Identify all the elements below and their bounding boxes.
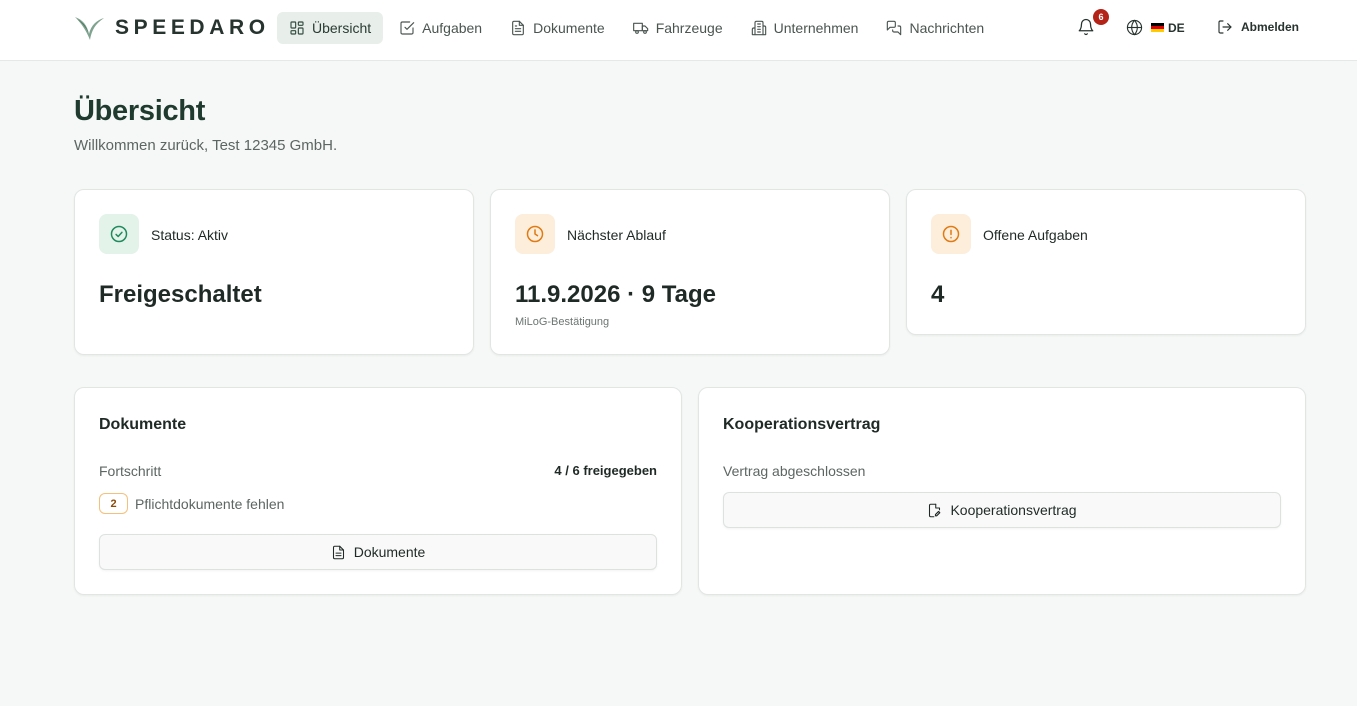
stat-value: Freigeschaltet xyxy=(99,281,262,308)
notifications-button[interactable]: 6 xyxy=(1077,9,1109,38)
panel-title: Dokumente xyxy=(99,416,187,433)
clock-icon xyxy=(526,225,544,243)
nav-item-label: Fahrzeuge xyxy=(655,20,723,36)
nav-item-uebersicht[interactable]: Übersicht xyxy=(277,12,384,44)
panel-title: Kooperationsvertrag xyxy=(723,416,881,433)
stat-value: 11.9.2026 · 9 Tage xyxy=(515,281,717,308)
stat-icon-container xyxy=(931,214,971,254)
missing-documents-text: Pflichtdokumente fehlen xyxy=(135,496,285,512)
stat-label: Offene Aufgaben xyxy=(983,227,1088,243)
page-subtitle: Willkommen zurück, Test 12345 GmbH. xyxy=(74,137,338,154)
button-label: Kooperationsvertrag xyxy=(950,502,1077,518)
page-title: Übersicht xyxy=(74,95,206,127)
nav-item-nachrichten[interactable]: Nachrichten xyxy=(874,12,996,44)
stat-card-open-tasks[interactable]: Offene Aufgaben 4 xyxy=(906,189,1306,335)
check-circle-icon xyxy=(110,225,128,243)
stat-label: Status: Aktiv xyxy=(151,227,229,243)
logout-label: Abmelden xyxy=(1241,20,1300,34)
nav-item-aufgaben[interactable]: Aufgaben xyxy=(387,12,494,44)
top-navbar: SPEEDARO Übersicht Aufgaben Dokumente Fa… xyxy=(0,0,1357,61)
german-flag-icon xyxy=(1151,23,1164,32)
nav-item-dokumente[interactable]: Dokumente xyxy=(498,12,617,44)
stat-value: 4 xyxy=(931,281,945,308)
document-icon xyxy=(332,545,344,559)
brand-name: SPEEDARO xyxy=(115,16,270,39)
dashboard-icon xyxy=(290,21,304,35)
stat-label: Nächster Ablauf xyxy=(567,227,666,243)
alert-circle-icon xyxy=(942,225,960,243)
contract-panel: Kooperationsvertrag Vertrag abgeschlosse… xyxy=(698,387,1306,595)
bell-icon xyxy=(1078,18,1094,36)
notification-count-badge: 6 xyxy=(1093,9,1109,25)
nav-item-label: Unternehmen xyxy=(773,20,859,36)
bird-logo-icon xyxy=(75,17,104,40)
nav-item-unternehmen[interactable]: Unternehmen xyxy=(739,12,871,44)
stat-card-next-expiry: Nächster Ablauf 11.9.2026 · 9 Tage MiLoG… xyxy=(490,189,890,355)
nav-item-label: Aufgaben xyxy=(422,20,483,36)
logo[interactable]: SPEEDARO xyxy=(73,14,270,42)
globe-icon xyxy=(1126,19,1143,36)
documents-panel: Dokumente Fortschritt 4 / 6 freigegeben … xyxy=(74,387,682,595)
document-icon xyxy=(512,20,524,36)
nav-item-label: Nachrichten xyxy=(909,20,985,36)
stat-icon-container xyxy=(99,214,139,254)
nav-item-label: Dokumente xyxy=(533,20,605,36)
language-switcher[interactable]: DE xyxy=(1126,19,1185,36)
language-code: DE xyxy=(1168,20,1185,35)
truck-icon xyxy=(632,22,648,34)
building-icon xyxy=(751,20,766,36)
documents-button[interactable]: Dokumente xyxy=(99,534,657,570)
missing-count-badge: 2 xyxy=(99,493,128,514)
nav-item-label: Übersicht xyxy=(312,20,372,36)
file-signature-icon xyxy=(929,503,941,517)
logout-button[interactable]: Abmelden xyxy=(1217,19,1299,35)
contract-status-text: Vertrag abgeschlossen xyxy=(723,463,866,479)
contract-button[interactable]: Kooperationsvertrag xyxy=(723,492,1281,528)
progress-label: Fortschritt xyxy=(99,463,162,479)
messages-icon xyxy=(887,20,902,36)
stat-subtext: MiLoG-Bestätigung xyxy=(515,316,610,328)
logout-icon xyxy=(1218,20,1232,34)
progress-value: 4 / 6 freigegeben xyxy=(554,463,657,478)
stat-card-status: Status: Aktiv Freigeschaltet xyxy=(74,189,474,355)
main-nav: Übersicht Aufgaben Dokumente Fahrzeuge U… xyxy=(277,12,996,44)
checkbox-icon xyxy=(400,21,415,35)
nav-item-fahrzeuge[interactable]: Fahrzeuge xyxy=(621,12,735,44)
button-label: Dokumente xyxy=(353,544,426,560)
stat-icon-container xyxy=(515,214,555,254)
